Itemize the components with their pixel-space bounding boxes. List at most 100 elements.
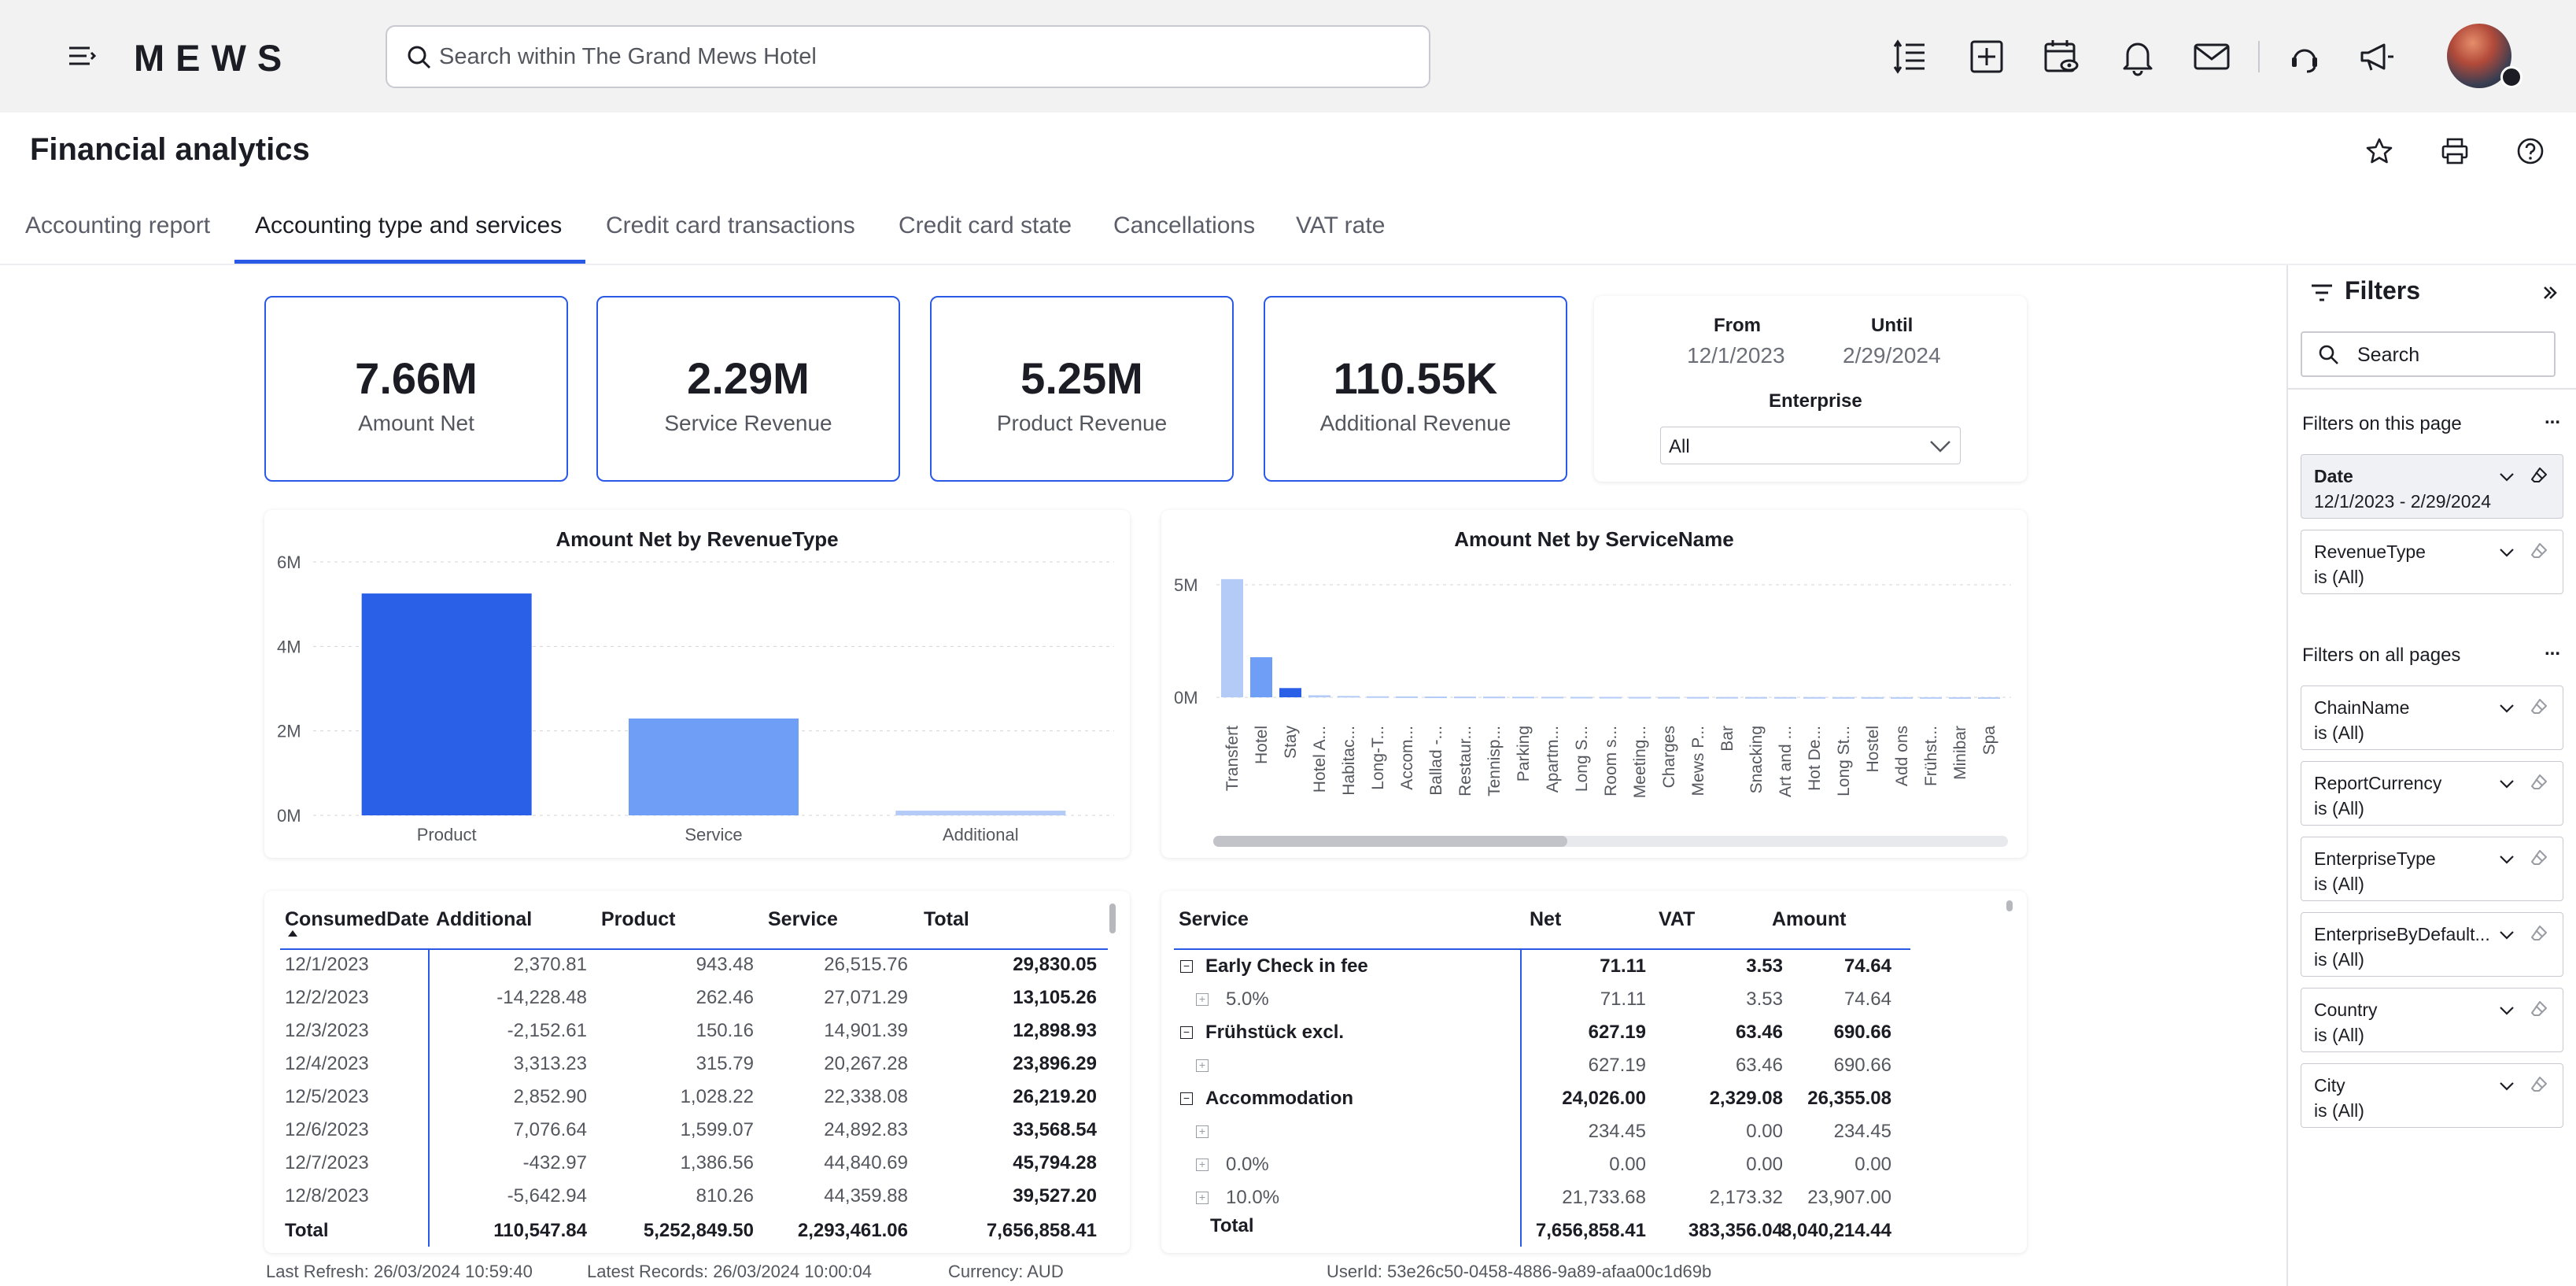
bar-service[interactable] bbox=[1803, 697, 1825, 699]
bar-service[interactable] bbox=[1862, 697, 1884, 699]
matrix-by-service[interactable]: Service Net VAT Amount − Early Check in fee 71… bbox=[1161, 891, 2027, 1253]
bar-service[interactable] bbox=[1396, 696, 1418, 698]
bar-service[interactable] bbox=[1250, 657, 1272, 697]
bar-service[interactable] bbox=[1221, 578, 1243, 697]
tab-accounting-report[interactable]: Accounting report bbox=[25, 212, 210, 239]
vertical-scrollbar-thumb[interactable] bbox=[1109, 904, 1116, 933]
tab-vat-rate[interactable]: VAT rate bbox=[1296, 212, 1385, 239]
bar-service[interactable] bbox=[1745, 697, 1767, 699]
until-date-value[interactable]: 2/29/2024 bbox=[1843, 343, 1941, 368]
bar-service[interactable] bbox=[1600, 697, 1622, 699]
expand-row-icon[interactable]: + bbox=[1196, 1059, 1209, 1072]
clear-filter-icon[interactable] bbox=[2530, 466, 2548, 485]
menu-icon[interactable] bbox=[66, 42, 98, 70]
horizontal-scrollbar-thumb[interactable] bbox=[1213, 836, 1567, 847]
bell-icon[interactable] bbox=[2118, 37, 2157, 76]
bar-service[interactable] bbox=[1832, 697, 1854, 699]
bar-service[interactable] bbox=[1279, 688, 1301, 697]
bar-product[interactable] bbox=[361, 593, 532, 815]
help-icon[interactable] bbox=[2515, 135, 2546, 167]
filter-card-country[interactable]: Country is (All) bbox=[2301, 988, 2563, 1052]
table-by-consumed-date[interactable]: ConsumedDate Additional Product Service Tota… bbox=[264, 891, 1130, 1253]
filter-card-reportcurrency[interactable]: ReportCurrency is (All) bbox=[2301, 761, 2563, 826]
chevron-down-icon[interactable] bbox=[2498, 778, 2515, 790]
global-search[interactable] bbox=[386, 25, 1430, 88]
tab-cancellations[interactable]: Cancellations bbox=[1113, 212, 1255, 239]
announcements-icon[interactable] bbox=[2357, 37, 2397, 76]
enterprise-select[interactable]: All bbox=[1660, 427, 1961, 464]
filter-card-enterprisebydefault[interactable]: EnterpriseByDefault... is (All) bbox=[2301, 912, 2563, 977]
filter-card-revenuetype[interactable]: RevenueType is (All) bbox=[2301, 530, 2563, 594]
tab-credit-card-transactions[interactable]: Credit card transactions bbox=[606, 212, 855, 239]
mews-logo[interactable]: MEWS bbox=[134, 36, 293, 79]
calendar-view-icon[interactable] bbox=[2042, 37, 2081, 76]
filter-card-city[interactable]: City is (All) bbox=[2301, 1063, 2563, 1128]
chevron-down-icon[interactable] bbox=[2498, 853, 2515, 866]
kpi-product-revenue[interactable]: 5.25M Product Revenue bbox=[930, 296, 1234, 482]
filter-card-enterprisetype[interactable]: EnterpriseType is (All) bbox=[2301, 837, 2563, 901]
clear-filter-icon[interactable] bbox=[2530, 1000, 2548, 1018]
star-icon[interactable] bbox=[2364, 135, 2395, 167]
clear-filter-icon[interactable] bbox=[2530, 541, 2548, 560]
vertical-scrollbar-thumb[interactable] bbox=[2006, 900, 2013, 911]
bar-additional[interactable] bbox=[895, 811, 1066, 815]
kpi-amount-net[interactable]: 7.66M Amount Net bbox=[264, 296, 568, 482]
sort-ascending-icon[interactable] bbox=[288, 930, 297, 937]
bar-service[interactable] bbox=[1629, 697, 1651, 699]
tab-accounting-type-and-services[interactable]: Accounting type and services bbox=[255, 212, 562, 239]
tab-credit-card-state[interactable]: Credit card state bbox=[899, 212, 1072, 239]
add-square-icon[interactable] bbox=[1967, 37, 2006, 76]
bar-service[interactable] bbox=[1570, 697, 1592, 699]
expand-row-icon[interactable]: + bbox=[1196, 993, 1209, 1006]
clear-filter-icon[interactable] bbox=[2530, 924, 2548, 943]
collapse-row-icon[interactable]: − bbox=[1180, 1026, 1193, 1039]
expand-row-icon[interactable]: + bbox=[1196, 1125, 1209, 1138]
print-icon[interactable] bbox=[2439, 135, 2471, 167]
bar-service[interactable] bbox=[629, 718, 799, 815]
kpi-additional-revenue[interactable]: 110.55K Additional Revenue bbox=[1264, 296, 1567, 482]
more-options-button[interactable]: ... bbox=[2545, 407, 2560, 429]
chevron-down-icon[interactable] bbox=[2498, 1004, 2515, 1017]
bar-service[interactable] bbox=[1716, 697, 1738, 699]
expand-row-icon[interactable]: + bbox=[1196, 1192, 1209, 1204]
from-date-value[interactable]: 12/1/2023 bbox=[1687, 343, 1785, 368]
help-center-icon[interactable] bbox=[2285, 37, 2324, 76]
chevron-down-icon[interactable] bbox=[2498, 929, 2515, 941]
chevron-down-icon[interactable] bbox=[2498, 1080, 2515, 1092]
filters-search[interactable]: Search bbox=[2301, 331, 2556, 377]
clear-filter-icon[interactable] bbox=[2530, 697, 2548, 716]
bar-service[interactable] bbox=[1891, 697, 1913, 699]
kpi-service-revenue[interactable]: 2.29M Service Revenue bbox=[596, 296, 900, 482]
chart-amount-net-by-servicename[interactable]: Amount Net by ServiceName 0M 5M Transfert H… bbox=[1161, 510, 2027, 858]
clear-filter-icon[interactable] bbox=[2530, 1075, 2548, 1094]
bar-service[interactable] bbox=[1512, 697, 1534, 699]
bar-service[interactable] bbox=[1658, 697, 1680, 699]
bar-service[interactable] bbox=[1949, 697, 1971, 699]
more-options-button[interactable]: ... bbox=[2545, 638, 2560, 660]
chevron-down-icon[interactable] bbox=[2498, 702, 2515, 715]
clear-filter-icon[interactable] bbox=[2530, 848, 2548, 867]
bar-service[interactable] bbox=[1454, 697, 1476, 699]
bar-service[interactable] bbox=[1920, 697, 1942, 699]
search-input[interactable] bbox=[439, 38, 1399, 76]
clear-filter-icon[interactable] bbox=[2530, 773, 2548, 792]
bar-service[interactable] bbox=[1774, 697, 1796, 699]
bar-service[interactable] bbox=[1338, 696, 1360, 698]
expand-row-icon[interactable]: + bbox=[1196, 1159, 1209, 1171]
line-height-icon[interactable] bbox=[1890, 37, 1929, 76]
mail-icon[interactable] bbox=[2192, 37, 2231, 76]
chart-amount-net-by-revenuetype[interactable]: Amount Net by RevenueType 0M 2M 4M 6M Produc… bbox=[264, 510, 1130, 858]
bar-service[interactable] bbox=[1367, 696, 1389, 698]
chevron-down-icon[interactable] bbox=[2498, 546, 2515, 559]
bar-service[interactable] bbox=[1483, 697, 1505, 699]
bar-service[interactable] bbox=[1978, 697, 2000, 699]
filter-card-date[interactable]: Date 12/1/2023 - 2/29/2024 bbox=[2301, 454, 2563, 519]
bar-service[interactable] bbox=[1687, 697, 1709, 699]
chevron-down-icon[interactable] bbox=[2498, 471, 2515, 483]
filter-card-chainname[interactable]: ChainName is (All) bbox=[2301, 685, 2563, 750]
bar-service[interactable] bbox=[1541, 697, 1563, 699]
bar-service[interactable] bbox=[1425, 696, 1447, 698]
collapse-pane-icon[interactable] bbox=[2540, 283, 2560, 303]
collapse-row-icon[interactable]: − bbox=[1180, 1092, 1193, 1105]
bar-service[interactable] bbox=[1308, 695, 1330, 697]
